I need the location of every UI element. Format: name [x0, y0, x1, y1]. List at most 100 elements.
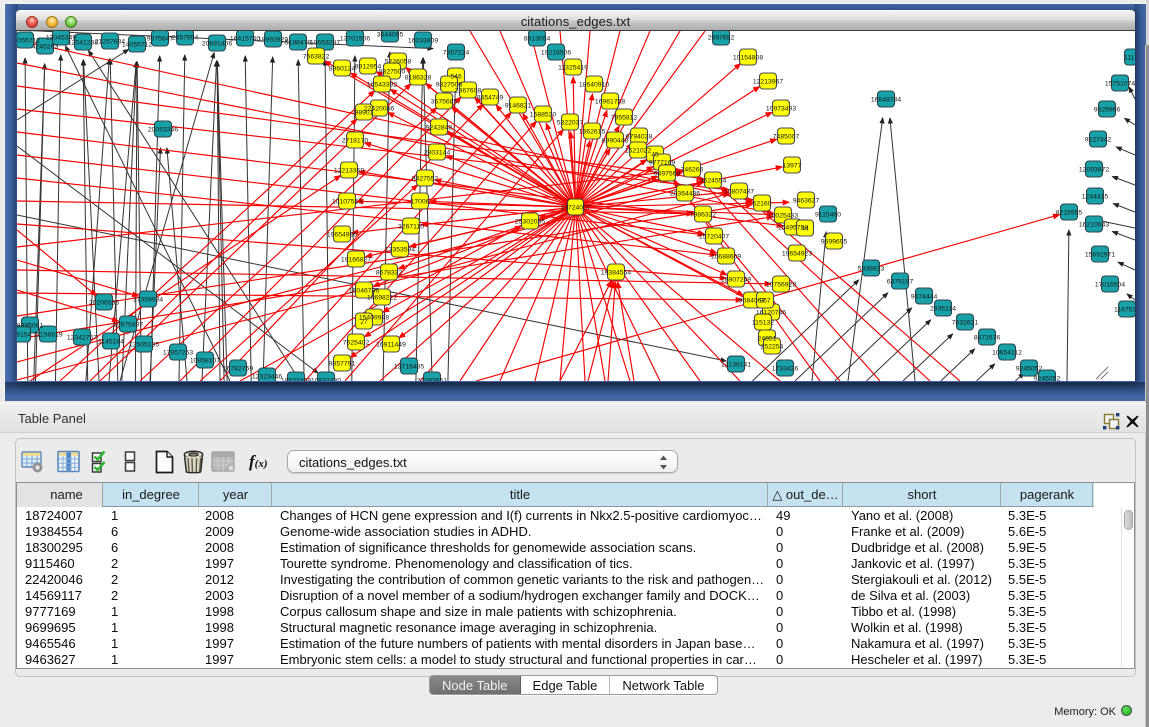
- svg-text:12323446: 12323446: [252, 373, 282, 380]
- svg-text:7357224: 7357224: [443, 49, 470, 56]
- svg-text:3675685: 3675685: [431, 98, 458, 105]
- svg-text:10975887: 10975887: [113, 321, 143, 328]
- svg-text:8427552: 8427552: [412, 175, 439, 182]
- svg-text:8215955: 8215955: [1056, 209, 1083, 216]
- svg-text:12093872: 12093872: [1079, 166, 1109, 173]
- svg-text:8912954: 8912954: [355, 63, 382, 70]
- svg-text:17016504: 17016504: [1095, 281, 1125, 288]
- svg-text:2457954: 2457954: [172, 34, 199, 41]
- svg-text:9245052: 9245052: [1016, 365, 1043, 372]
- svg-text:5322037: 5322037: [557, 119, 584, 126]
- svg-text:10973493: 10973493: [766, 105, 796, 112]
- svg-text:10837430: 10837430: [311, 377, 341, 381]
- svg-text:27: 27: [360, 318, 368, 325]
- svg-text:115132: 115132: [752, 319, 774, 326]
- svg-text:2935114: 2935114: [930, 305, 956, 312]
- svg-text:5188470: 5188470: [285, 39, 312, 46]
- svg-text:16210643: 16210643: [1079, 221, 1109, 228]
- svg-text:9327500: 9327500: [379, 68, 406, 75]
- svg-text:6794028: 6794028: [626, 133, 653, 140]
- svg-text:18807249: 18807249: [721, 276, 751, 283]
- svg-text:4245263: 4245263: [32, 43, 59, 50]
- svg-text:7625402: 7625402: [343, 339, 370, 346]
- svg-text:2987682: 2987682: [708, 34, 735, 41]
- svg-text:9227342: 9227342: [1085, 136, 1112, 143]
- svg-text:546: 546: [450, 73, 462, 80]
- svg-text:10654112: 10654112: [992, 349, 1022, 356]
- svg-text:6379197: 6379197: [887, 278, 914, 285]
- svg-text:7663822: 7663822: [303, 53, 330, 60]
- svg-text:13701506: 13701506: [340, 35, 370, 42]
- svg-text:1733426: 1733426: [772, 365, 799, 372]
- svg-text:98901: 98901: [355, 109, 374, 116]
- svg-text:9857791: 9857791: [329, 360, 356, 367]
- svg-text:9115460: 9115460: [815, 211, 841, 218]
- svg-text:8813054: 8813054: [524, 35, 551, 42]
- svg-text:7955812: 7955812: [611, 114, 638, 121]
- svg-text:252254: 252254: [761, 343, 784, 350]
- svg-text:1588520: 1588520: [530, 111, 557, 118]
- svg-text:16782759: 16782759: [223, 365, 253, 372]
- svg-text:9146821: 9146821: [505, 102, 532, 109]
- svg-text:14055712: 14055712: [122, 41, 152, 48]
- svg-text:25302035: 25302035: [515, 218, 545, 225]
- svg-text:8335061: 8335061: [17, 322, 43, 329]
- svg-text:2718170: 2718170: [342, 137, 369, 144]
- svg-text:13716485: 13716485: [394, 363, 424, 370]
- svg-text:746266: 746266: [681, 166, 704, 173]
- svg-text:19523409: 19523409: [281, 377, 311, 381]
- svg-text:16033809: 16033809: [408, 37, 438, 44]
- svg-text:45: 45: [651, 151, 659, 158]
- svg-text:16961758: 16961758: [595, 98, 625, 105]
- svg-text:3644095: 3644095: [377, 31, 404, 38]
- svg-text:967: 967: [759, 297, 771, 304]
- svg-text:6497568: 6497568: [654, 170, 681, 177]
- svg-text:19654923: 19654923: [782, 250, 812, 257]
- svg-text:10958107: 10958107: [190, 357, 220, 364]
- svg-text:7986322: 7986322: [690, 211, 717, 218]
- svg-text:11325419: 11325419: [558, 64, 588, 71]
- svg-text:15692971: 15692971: [1085, 251, 1115, 258]
- svg-text:14136141: 14136141: [721, 361, 751, 368]
- svg-text:1244415: 1244415: [1082, 193, 1109, 200]
- svg-text:12213967: 12213967: [753, 78, 783, 85]
- svg-text:16543392: 16543392: [367, 81, 397, 88]
- svg-text:17359934: 17359934: [133, 296, 163, 303]
- svg-text:1621022: 1621022: [625, 147, 652, 154]
- svg-text:8678332: 8678332: [376, 269, 403, 276]
- svg-text:10756928: 10756928: [766, 281, 796, 288]
- svg-text:9474444: 9474444: [911, 293, 938, 300]
- svg-text:9875847: 9875847: [147, 35, 174, 42]
- svg-text:20053346: 20053346: [148, 126, 178, 133]
- svg-text:1362615: 1362615: [579, 128, 606, 135]
- svg-text:19654985: 19654985: [327, 231, 357, 238]
- svg-text:10807487: 10807487: [724, 188, 754, 195]
- svg-text:8471676: 8471676: [974, 334, 1001, 341]
- svg-text:17957253: 17957253: [163, 349, 193, 356]
- svg-text:9699695: 9699695: [821, 238, 848, 245]
- svg-text:20691406: 20691406: [202, 40, 232, 47]
- svg-text:8454749: 8454749: [477, 94, 504, 101]
- svg-text:9329966: 9329966: [1094, 106, 1121, 113]
- svg-text:39154: 39154: [17, 331, 32, 338]
- svg-text:19384554: 19384554: [601, 269, 631, 276]
- svg-text:5938923: 5938923: [858, 265, 885, 272]
- svg-text:9242848: 9242848: [426, 124, 453, 131]
- svg-text:12213369: 12213369: [334, 167, 364, 174]
- svg-text:13977: 13977: [783, 162, 802, 169]
- svg-text:10653287: 10653287: [310, 39, 340, 46]
- svg-text:10688609: 10688609: [711, 253, 741, 260]
- svg-text:9463627: 9463627: [793, 197, 820, 204]
- svg-text:11156819: 11156819: [33, 331, 62, 338]
- svg-text:16120746: 16120746: [756, 309, 786, 316]
- svg-text:44: 44: [801, 225, 809, 232]
- svg-text:8990448: 8990448: [602, 137, 629, 144]
- svg-text:20206536: 20206536: [89, 299, 119, 306]
- svg-text:18992829: 18992829: [258, 36, 288, 43]
- svg-text:20364436: 20364436: [670, 190, 700, 197]
- svg-text:5226058: 5226058: [385, 58, 412, 65]
- svg-text:16648784: 16648784: [871, 96, 901, 103]
- svg-text:8960124: 8960124: [329, 65, 356, 72]
- svg-text:3624554: 3624554: [700, 177, 727, 184]
- svg-text:7632621: 7632621: [952, 319, 979, 326]
